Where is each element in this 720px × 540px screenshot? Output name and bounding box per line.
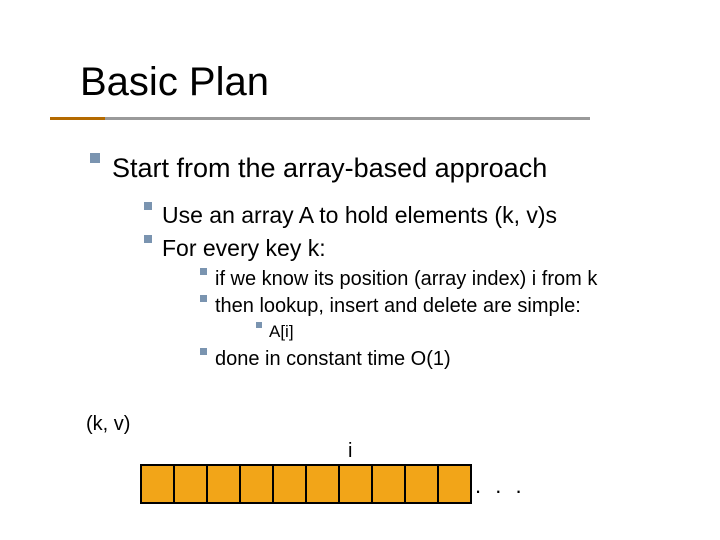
bullet-text: done in constant time O(1) — [215, 348, 451, 371]
ellipsis: . . . — [475, 473, 526, 499]
array-cell — [371, 464, 406, 504]
bullet-level3: if we know its position (array index) i … — [200, 268, 670, 291]
bullet-text: Use an array A to hold elements (k, v)s — [162, 202, 557, 229]
bullet-level2: For every key k: — [144, 235, 670, 262]
kv-pair-label: (k, v) — [86, 413, 130, 436]
bullet-text: A[i] — [269, 322, 294, 342]
title-underline — [50, 115, 670, 125]
bullet-text: then lookup, insert and delete are simpl… — [215, 295, 581, 318]
array-diagram — [140, 464, 472, 504]
bullet-level1: Start from the array-based approach — [90, 153, 670, 184]
bullet-level3: then lookup, insert and delete are simpl… — [200, 295, 670, 318]
slide-title: Basic Plan — [80, 60, 670, 105]
array-cell — [338, 464, 373, 504]
bullet-text: if we know its position (array index) i … — [215, 268, 597, 291]
array-cell — [305, 464, 340, 504]
bullet-text: For every key k: — [162, 235, 326, 262]
array-cell — [272, 464, 307, 504]
array-cell — [173, 464, 208, 504]
square-bullet-icon — [200, 268, 207, 275]
square-bullet-icon — [200, 348, 207, 355]
square-bullet-icon — [256, 322, 262, 328]
bullet-level3: done in constant time O(1) — [200, 348, 670, 371]
array-cell — [404, 464, 439, 504]
bullet-level4: A[i] — [256, 322, 670, 342]
bullet-level2: Use an array A to hold elements (k, v)s — [144, 202, 670, 229]
array-cell — [206, 464, 241, 504]
square-bullet-icon — [144, 235, 152, 243]
array-cell — [437, 464, 472, 504]
index-label: i — [348, 440, 352, 463]
underline-accent — [50, 117, 105, 120]
array-cell — [239, 464, 274, 504]
square-bullet-icon — [144, 202, 152, 210]
square-bullet-icon — [200, 295, 207, 302]
underline-base — [50, 117, 590, 120]
bullet-text: Start from the array-based approach — [112, 153, 547, 184]
square-bullet-icon — [90, 153, 100, 163]
array-cell — [140, 464, 175, 504]
slide: Basic Plan Start from the array-based ap… — [0, 0, 720, 540]
